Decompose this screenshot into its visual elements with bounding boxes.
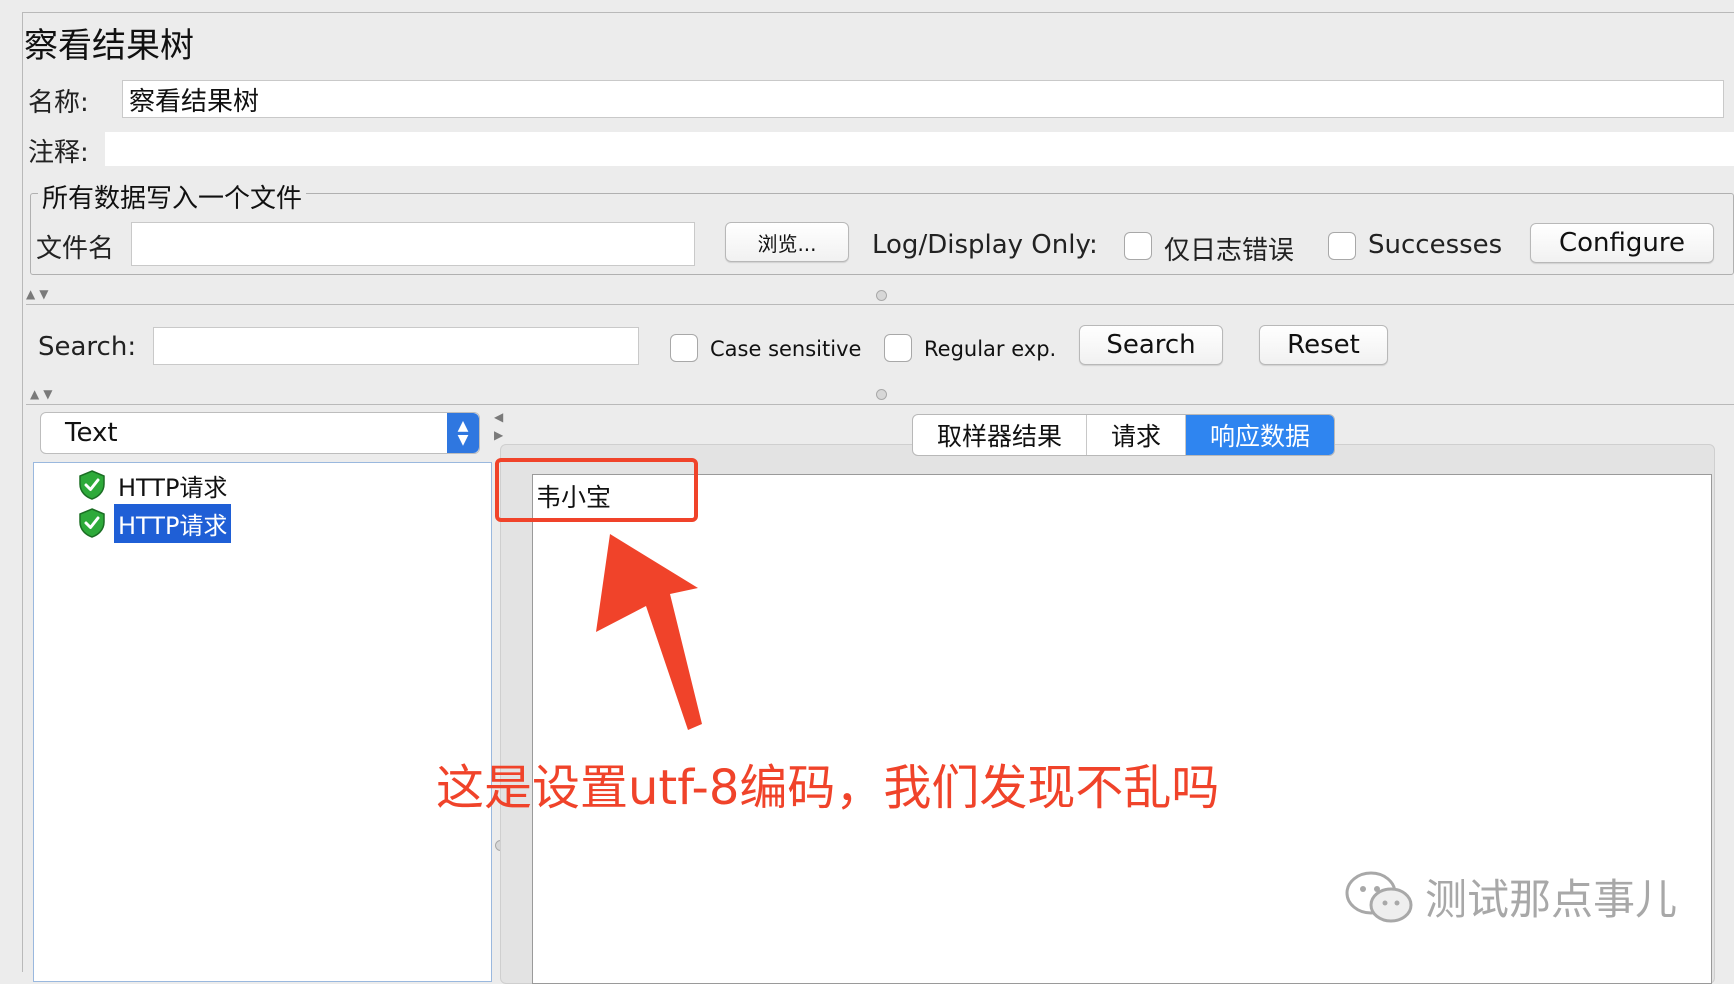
regex-label: Regular exp. (924, 337, 1057, 361)
filename-label: 文件名 (36, 234, 115, 264)
watermark-text: 测试那点事儿 (1425, 875, 1678, 924)
tree-item[interactable]: HTTP请求 (78, 468, 231, 502)
file-group-title: 所有数据写入一个文件 (38, 178, 307, 215)
tree-item-label: HTTP请求 (114, 503, 232, 543)
select-chevron-icon: ▲ ▼ (447, 413, 479, 453)
divider (26, 404, 1734, 405)
errors-only-checkbox[interactable] (1124, 232, 1152, 260)
browse-button[interactable]: 浏览... (725, 222, 849, 262)
name-label: 名称: (28, 88, 89, 118)
case-sensitive-checkbox[interactable] (670, 334, 698, 362)
tab-sampler-result[interactable]: 取样器结果 (913, 415, 1088, 455)
configure-button[interactable]: Configure (1530, 223, 1714, 263)
case-sensitive-label: Case sensitive (710, 337, 862, 361)
tab-response-data[interactable]: 响应数据 (1186, 415, 1335, 455)
splitter-arrows-icon[interactable]: ▲▼ (26, 287, 52, 301)
search-input[interactable] (153, 327, 639, 365)
splitter-handle[interactable] (876, 389, 887, 400)
name-input-value: 察看结果树 (129, 86, 260, 117)
panel-title: 察看结果树 (24, 26, 194, 66)
tree-item-selected[interactable]: HTTP请求 (78, 503, 232, 543)
results-tree[interactable] (33, 462, 492, 982)
watermark: 测试那点事儿 (1343, 866, 1677, 927)
errors-only-label: 仅日志错误 (1164, 236, 1295, 266)
success-shield-icon (79, 470, 105, 500)
filename-input[interactable] (131, 222, 695, 266)
regex-checkbox[interactable] (884, 334, 912, 362)
search-button[interactable]: Search (1079, 325, 1223, 365)
name-input[interactable]: 察看结果树 (122, 80, 1724, 118)
success-shield-icon (79, 508, 105, 538)
successes-checkbox[interactable] (1328, 232, 1356, 260)
reset-button[interactable]: Reset (1259, 325, 1388, 365)
renderer-select[interactable]: Text ▲ ▼ (40, 412, 480, 454)
result-tabs: 取样器结果 请求 响应数据 (912, 414, 1336, 456)
annotation-text: 这是设置utf-8编码，我们发现不乱吗 (436, 760, 1220, 816)
divider (26, 304, 1734, 305)
search-label: Search: (38, 332, 137, 362)
splitter-arrows-icon[interactable]: ▲▼ (30, 387, 56, 401)
comment-input[interactable] (105, 132, 1734, 166)
successes-label: Successes (1368, 230, 1503, 260)
highlight-box (495, 458, 698, 522)
tree-item-label: HTTP请求 (118, 473, 228, 502)
tab-request[interactable]: 请求 (1087, 415, 1187, 455)
renderer-select-value: Text (65, 418, 118, 448)
annotation-arrow-icon (596, 534, 702, 730)
comment-label: 注释: (28, 138, 89, 168)
splitter-handle[interactable] (876, 290, 887, 301)
log-display-label: Log/Display Only: (872, 230, 1098, 260)
wechat-logo-icon (1345, 871, 1413, 922)
splitter-arrows-icon[interactable]: ◀ ▶ (494, 408, 503, 444)
